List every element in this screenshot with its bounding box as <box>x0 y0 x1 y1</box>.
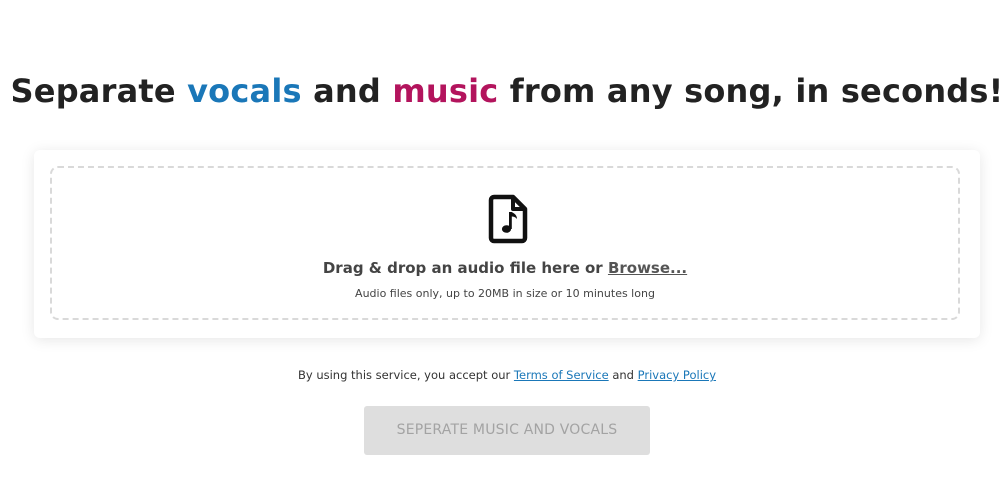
dropzone-prompt-text: Drag & drop an audio file here or <box>322 259 608 277</box>
headline-vocals-word: vocals <box>187 72 302 110</box>
headline-text-start: Separate <box>10 72 188 110</box>
headline-text-end: from any song, in seconds! <box>498 72 1000 110</box>
terms-of-service-link[interactable]: Terms of Service <box>514 368 609 382</box>
page-headline: Separate vocals and music from any song,… <box>0 72 1000 110</box>
audio-file-icon <box>488 194 528 244</box>
headline-text-and: and <box>301 72 393 110</box>
dropzone-hint: Audio files only, up to 20MB in size or … <box>355 287 655 300</box>
separate-button[interactable]: SEPERATE MUSIC AND VOCALS <box>364 406 650 455</box>
terms-notice: By using this service, you accept our Te… <box>0 368 1000 382</box>
headline-music-word: music <box>392 72 499 110</box>
file-dropzone[interactable]: Drag & drop an audio file here or Browse… <box>50 166 960 320</box>
terms-prefix: By using this service, you accept our <box>297 368 514 382</box>
dropzone-prompt: Drag & drop an audio file here or Browse… <box>52 259 958 277</box>
upload-card: Drag & drop an audio file here or Browse… <box>34 150 980 338</box>
privacy-policy-link[interactable]: Privacy Policy <box>638 368 716 382</box>
terms-middle: and <box>608 368 638 382</box>
page: Separate vocals and music from any song,… <box>0 0 1000 481</box>
browse-link[interactable]: Browse... <box>608 259 687 277</box>
